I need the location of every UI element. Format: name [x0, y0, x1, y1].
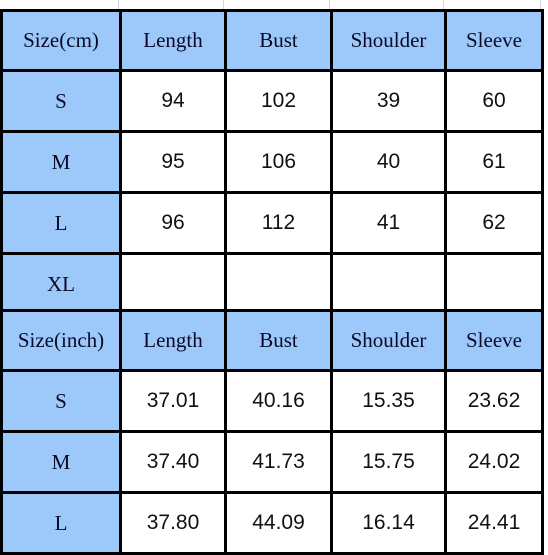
column-header-bust: Bust — [224, 9, 333, 72]
gridline — [540, 0, 541, 9]
size-label-m: M — [0, 430, 122, 494]
column-header-length: Length — [119, 9, 227, 72]
cell-sleeve: 61 — [444, 130, 544, 194]
size-label-s: S — [0, 369, 122, 433]
cell-bust: 106 — [224, 130, 333, 194]
spreadsheet-canvas: Size(cm) Length Bust Shoulder Sleeve S 9… — [0, 0, 548, 555]
gridline — [223, 0, 224, 9]
table-row: M 95 106 40 61 — [0, 130, 544, 194]
cell-bust: 44.09 — [224, 491, 333, 555]
column-header-sleeve: Sleeve — [444, 309, 544, 372]
table-row: L 37.80 44.09 16.14 24.41 — [0, 491, 544, 555]
table-row: M 37.40 41.73 15.75 24.02 — [0, 430, 544, 494]
cell-shoulder: 15.35 — [330, 369, 447, 433]
cell-length: 37.01 — [119, 369, 227, 433]
cell-length: 37.40 — [119, 430, 227, 494]
cell-bust — [224, 252, 333, 316]
gridline — [443, 0, 444, 9]
cell-shoulder: 39 — [330, 69, 447, 133]
size-label-xl: XL — [0, 252, 122, 316]
cell-shoulder — [330, 252, 447, 316]
table-row: S 37.01 40.16 15.35 23.62 — [0, 369, 544, 433]
size-chart-inch-table: Size(inch) Length Bust Shoulder Sleeve S… — [0, 309, 544, 555]
cell-length: 94 — [119, 69, 227, 133]
gridline — [118, 0, 119, 9]
cell-bust: 41.73 — [224, 430, 333, 494]
size-label-s: S — [0, 69, 122, 133]
table-header-row: Size(inch) Length Bust Shoulder Sleeve — [0, 309, 544, 372]
cell-length: 37.80 — [119, 491, 227, 555]
cell-sleeve: 24.02 — [444, 430, 544, 494]
cell-sleeve: 24.41 — [444, 491, 544, 555]
cell-shoulder: 16.14 — [330, 491, 447, 555]
column-header-size: Size(inch) — [0, 309, 122, 372]
cell-length: 95 — [119, 130, 227, 194]
cell-bust: 40.16 — [224, 369, 333, 433]
table-header-row: Size(cm) Length Bust Shoulder Sleeve — [0, 9, 544, 72]
column-header-size: Size(cm) — [0, 9, 122, 72]
column-header-shoulder: Shoulder — [330, 309, 447, 372]
cell-bust: 102 — [224, 69, 333, 133]
cell-shoulder: 40 — [330, 130, 447, 194]
column-header-sleeve: Sleeve — [444, 9, 544, 72]
cell-shoulder: 15.75 — [330, 430, 447, 494]
cell-shoulder: 41 — [330, 191, 447, 255]
cell-sleeve — [444, 252, 544, 316]
cell-bust: 112 — [224, 191, 333, 255]
column-header-length: Length — [119, 309, 227, 372]
cell-sleeve: 62 — [444, 191, 544, 255]
column-header-bust: Bust — [224, 309, 333, 372]
table-row: S 94 102 39 60 — [0, 69, 544, 133]
cell-length — [119, 252, 227, 316]
size-label-l: L — [0, 191, 122, 255]
gridline — [329, 0, 330, 9]
cell-sleeve: 60 — [444, 69, 544, 133]
size-label-m: M — [0, 130, 122, 194]
cell-length: 96 — [119, 191, 227, 255]
cell-sleeve: 23.62 — [444, 369, 544, 433]
table-row: XL — [0, 252, 544, 316]
column-header-shoulder: Shoulder — [330, 9, 447, 72]
table-row: L 96 112 41 62 — [0, 191, 544, 255]
size-label-l: L — [0, 491, 122, 555]
size-chart-cm-table: Size(cm) Length Bust Shoulder Sleeve S 9… — [0, 9, 544, 316]
